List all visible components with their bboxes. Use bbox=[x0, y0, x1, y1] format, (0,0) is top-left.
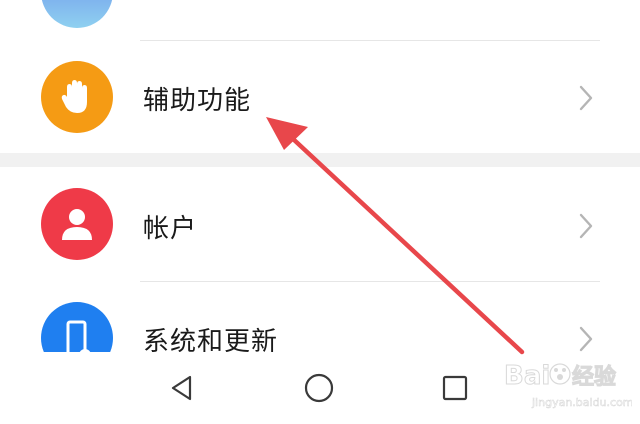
settings-screen: 辅助功能 帐户 系统和更新 Bai 经验 jingyan.baidu.com bbox=[0, 0, 640, 424]
watermark-url: jingyan.baidu.com bbox=[531, 396, 632, 409]
watermark-brand: Bai bbox=[504, 361, 550, 391]
baidu-jingyan-watermark: Bai 经验 jingyan.baidu.com bbox=[504, 361, 633, 410]
watermark-jingyan: 经验 bbox=[572, 364, 616, 390]
